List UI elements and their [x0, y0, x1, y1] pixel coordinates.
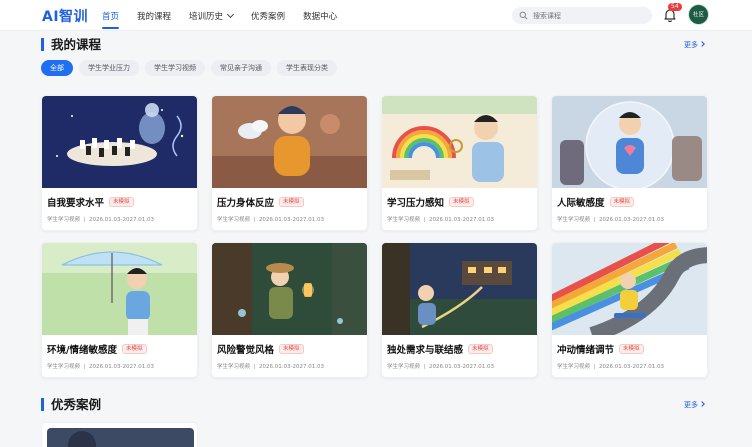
course-title: 人际敏感度	[557, 198, 605, 209]
status-badge: 未模拟	[121, 344, 147, 354]
nav-home[interactable]: 首页	[102, 0, 120, 31]
case-card[interactable]	[41, 422, 198, 447]
nav-data-center[interactable]: 数据中心	[303, 0, 337, 31]
nav-data-center-label: 数据中心	[303, 12, 338, 22]
course-category: 学生学习视频	[47, 217, 81, 223]
course-card[interactable]: 人际敏感度 未模拟 学生学习视频 2026.01.03-2027.01.03	[551, 95, 708, 231]
nav-training-history[interactable]: 培训历史	[189, 0, 235, 31]
course-thumbnail	[382, 243, 537, 335]
status-badge: 未模拟	[109, 197, 134, 207]
course-card[interactable]: 风险警觉风格 未模拟 学生学习视频 2026.01.03-2027.01.03	[211, 242, 368, 378]
course-thumbnail	[42, 243, 197, 335]
course-category: 学生学习视频	[557, 217, 591, 223]
case-thumbnail	[47, 428, 194, 447]
cases-more-label: 更多	[684, 401, 698, 409]
search-box[interactable]	[512, 7, 652, 24]
course-card[interactable]: 学习压力感知 未模拟 学生学习视频 2026.01.03-2027.01.03	[381, 95, 538, 231]
cases-section-title: 优秀案例	[41, 398, 101, 411]
filter-chip-performance-class[interactable]: 学生表现分类	[277, 60, 337, 76]
nav-excellent-cases[interactable]: 优秀案例	[251, 0, 285, 31]
course-title: 自我要求水平	[47, 198, 105, 209]
course-date: 2026.01.03-2027.01.03	[599, 217, 664, 223]
nav-my-courses-label: 我的课程	[137, 12, 172, 22]
courses-section-title: 我的课程	[41, 38, 101, 51]
cases-more-link[interactable]: 更多	[684, 400, 705, 410]
course-card[interactable]: 自我要求水平 未模拟 学生学习视频 2026.01.03-2027.01.03	[41, 95, 198, 231]
course-thumbnail	[212, 96, 367, 188]
course-thumbnail	[212, 243, 367, 335]
filter-chips: 全部 学生学业压力 学生学习视频 常见亲子沟通 学生表现分类	[41, 60, 343, 76]
course-title: 学习压力感知	[387, 198, 445, 209]
course-category: 学生学习视频	[387, 364, 421, 370]
status-badge: 未模拟	[609, 197, 635, 207]
courses-more-link[interactable]: 更多	[684, 40, 705, 50]
course-thumbnail	[42, 96, 197, 188]
course-thumbnail	[552, 96, 707, 188]
nav-my-courses[interactable]: 我的课程	[137, 0, 171, 31]
course-card[interactable]: 压力身体反应 未模拟 学生学习视频 2026.01.03-2027.01.03	[211, 95, 368, 231]
courses-more-label: 更多	[684, 41, 698, 49]
course-card[interactable]: 独处需求与联结感 未模拟 学生学习视频 2026.01.03-2027.01.03	[381, 242, 538, 378]
chevron-down-icon	[227, 10, 235, 19]
nav-training-history-label: 培训历史	[189, 12, 224, 22]
course-category: 学生学习视频	[47, 364, 81, 370]
status-badge: 未模拟	[279, 197, 304, 207]
course-date: 2026.01.03-2027.01.03	[599, 364, 664, 370]
course-title: 环境/情绪敏感度	[47, 345, 117, 356]
top-header: AI智训 首页 我的课程 培训历史 优秀案例 数据中心 54 社区	[0, 0, 752, 31]
nav-home-label: 首页	[102, 12, 120, 22]
chevron-right-icon	[699, 401, 705, 407]
filter-chip-all[interactable]: 全部	[41, 60, 73, 76]
search-input[interactable]	[533, 11, 643, 20]
nav-excellent-cases-label: 优秀案例	[251, 12, 286, 22]
course-date: 2026.01.03-2027.01.03	[89, 364, 154, 370]
course-category: 学生学习视频	[387, 217, 421, 223]
filter-chip-academic-stress[interactable]: 学生学业压力	[79, 60, 139, 76]
course-title: 风险警觉风格	[217, 345, 275, 356]
status-badge: 未模拟	[449, 197, 474, 207]
filter-chip-study-video[interactable]: 学生学习视频	[145, 60, 205, 76]
app-logo[interactable]: AI智训	[42, 6, 88, 26]
status-badge: 未模拟	[468, 344, 493, 354]
search-icon	[519, 11, 528, 20]
course-title: 压力身体反应	[217, 198, 275, 209]
course-category: 学生学习视频	[217, 364, 251, 370]
filter-chip-parent-communication[interactable]: 常见亲子沟通	[211, 60, 271, 76]
avatar[interactable]: 社区	[688, 4, 709, 25]
course-card[interactable]: 环境/情绪敏感度 未模拟 学生学习视频 2026.01.03-2027.01.03	[41, 242, 198, 378]
course-category: 学生学习视频	[217, 217, 251, 223]
status-badge: 未模拟	[619, 344, 644, 354]
course-thumbnail	[382, 96, 537, 188]
course-date: 2026.01.03-2027.01.03	[429, 364, 494, 370]
course-category: 学生学习视频	[557, 364, 591, 370]
chevron-right-icon	[699, 41, 705, 47]
course-card[interactable]: 冲动情绪调节 未模拟 学生学习视频 2026.01.03-2027.01.03	[551, 242, 708, 378]
status-badge: 未模拟	[279, 344, 304, 354]
course-title: 独处需求与联结感	[387, 345, 464, 356]
course-thumbnail	[552, 243, 707, 335]
course-title: 冲动情绪调节	[557, 345, 615, 356]
course-date: 2026.01.03-2027.01.03	[259, 364, 324, 370]
course-date: 2026.01.03-2027.01.03	[429, 217, 494, 223]
main-nav: 首页 我的课程 培训历史 优秀案例 数据中心	[102, 0, 355, 31]
course-date: 2026.01.03-2027.01.03	[89, 217, 154, 223]
course-date: 2026.01.03-2027.01.03	[259, 217, 324, 223]
notification-badge: 54	[668, 3, 682, 11]
